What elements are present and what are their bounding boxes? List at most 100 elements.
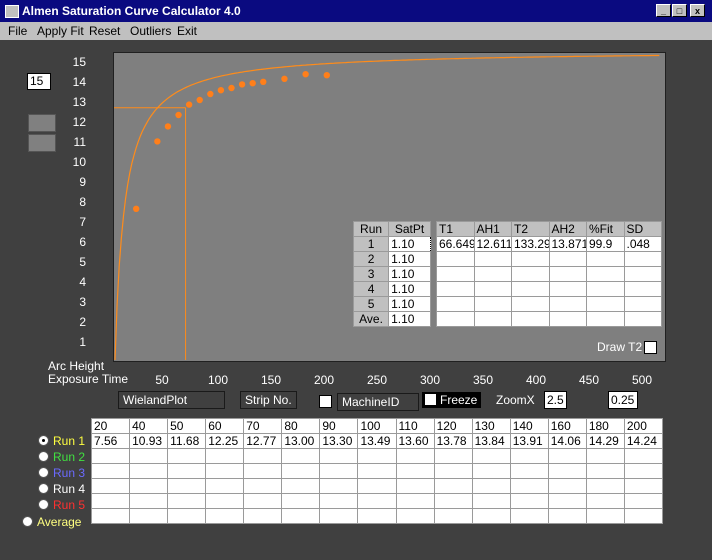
satpt-cell[interactable]: 1.10	[388, 251, 431, 267]
empty-value-cell[interactable]	[90, 478, 131, 494]
empty-value-cell[interactable]	[547, 478, 587, 494]
empty-value-cell[interactable]	[205, 493, 245, 509]
empty-value-cell[interactable]	[547, 493, 587, 509]
average-radio[interactable]: Average	[22, 514, 81, 529]
empty-value-cell[interactable]	[205, 478, 245, 494]
radio-indicator[interactable]	[38, 451, 49, 463]
run-2-radio[interactable]: Run 2	[38, 449, 85, 464]
app-icon[interactable]	[5, 5, 19, 18]
empty-value-cell[interactable]	[243, 448, 283, 464]
empty-value-cell[interactable]	[623, 478, 664, 494]
freeze-control[interactable]: Freeze	[422, 392, 481, 408]
empty-value-cell[interactable]	[357, 508, 397, 524]
run-value-cell[interactable]: 13.78	[433, 433, 473, 449]
time-cell[interactable]: 50	[167, 418, 207, 434]
empty-value-cell[interactable]	[243, 478, 283, 494]
empty-value-cell[interactable]	[281, 508, 321, 524]
empty-value-cell[interactable]	[129, 493, 169, 509]
satpt-cell[interactable]: 1.10	[388, 266, 431, 282]
run-value-cell[interactable]: 13.91	[509, 433, 549, 449]
satpt-cell[interactable]: 1.10	[388, 236, 431, 252]
empty-value-cell[interactable]	[243, 493, 283, 509]
color-swatch-2[interactable]	[28, 134, 56, 152]
run-5-radio[interactable]: Run 5	[38, 497, 85, 512]
menu-file[interactable]: File	[8, 24, 27, 38]
empty-value-cell[interactable]	[281, 448, 321, 464]
time-cell[interactable]: 80	[281, 418, 321, 434]
run-value-cell[interactable]: 13.60	[395, 433, 435, 449]
empty-value-cell[interactable]	[395, 448, 435, 464]
time-cell[interactable]: 90	[319, 418, 359, 434]
menu-apply-fit[interactable]: Apply Fit	[37, 24, 84, 38]
empty-value-cell[interactable]	[509, 448, 549, 464]
empty-value-cell[interactable]	[129, 478, 169, 494]
empty-value-cell[interactable]	[623, 493, 664, 509]
empty-value-cell[interactable]	[167, 493, 207, 509]
run-value-cell[interactable]: 13.00	[281, 433, 321, 449]
empty-value-cell[interactable]	[509, 508, 549, 524]
empty-value-cell[interactable]	[167, 478, 207, 494]
empty-value-cell[interactable]	[471, 463, 511, 479]
empty-value-cell[interactable]	[395, 478, 435, 494]
empty-value-cell[interactable]	[129, 448, 169, 464]
run-1-radio[interactable]: Run 1	[38, 433, 85, 448]
run-value-cell[interactable]: 7.56	[90, 433, 131, 449]
empty-value-cell[interactable]	[471, 493, 511, 509]
empty-value-cell[interactable]	[205, 508, 245, 524]
empty-value-cell[interactable]	[129, 463, 169, 479]
empty-value-cell[interactable]	[357, 478, 397, 494]
radio-indicator[interactable]	[38, 483, 49, 495]
color-swatch-1[interactable]	[28, 114, 56, 132]
empty-value-cell[interactable]	[90, 493, 131, 509]
menu-exit[interactable]: Exit	[177, 24, 197, 38]
zoomx-input[interactable]: 2.5	[544, 391, 567, 409]
empty-value-cell[interactable]	[509, 478, 549, 494]
minimize-button[interactable]: _	[656, 4, 671, 17]
strip-no-field[interactable]: Strip No.	[240, 391, 297, 409]
empty-value-cell[interactable]	[509, 463, 549, 479]
maximize-button[interactable]: □	[672, 4, 687, 17]
radio-indicator[interactable]	[22, 516, 33, 528]
radio-indicator[interactable]	[38, 467, 49, 479]
machine-id-field[interactable]: MachineID	[337, 393, 419, 411]
run-value-cell[interactable]: 14.06	[547, 433, 587, 449]
time-cell[interactable]: 200	[623, 418, 664, 434]
empty-value-cell[interactable]	[433, 493, 473, 509]
empty-value-cell[interactable]	[90, 463, 131, 479]
time-cell[interactable]: 180	[585, 418, 625, 434]
saturation-max-input[interactable]: 15	[27, 73, 51, 90]
time-cell[interactable]: 120	[433, 418, 473, 434]
empty-value-cell[interactable]	[167, 463, 207, 479]
empty-value-cell[interactable]	[395, 493, 435, 509]
zoom-step-input[interactable]: 0.25	[608, 391, 638, 409]
empty-value-cell[interactable]	[471, 508, 511, 524]
empty-value-cell[interactable]	[585, 463, 625, 479]
run-value-cell[interactable]: 14.29	[585, 433, 625, 449]
empty-value-cell[interactable]	[357, 463, 397, 479]
satpt-cell[interactable]: 1.10	[388, 296, 431, 312]
run-value-cell[interactable]: 13.30	[319, 433, 359, 449]
empty-value-cell[interactable]	[547, 448, 587, 464]
run-4-radio[interactable]: Run 4	[38, 481, 85, 496]
run-value-cell[interactable]: 12.25	[205, 433, 245, 449]
empty-value-cell[interactable]	[243, 463, 283, 479]
empty-value-cell[interactable]	[585, 448, 625, 464]
empty-value-cell[interactable]	[281, 463, 321, 479]
time-cell[interactable]: 60	[205, 418, 245, 434]
empty-value-cell[interactable]	[509, 493, 549, 509]
empty-value-cell[interactable]	[319, 448, 359, 464]
freeze-checkbox[interactable]	[424, 393, 437, 406]
menu-reset[interactable]: Reset	[89, 24, 120, 38]
empty-value-cell[interactable]	[623, 508, 664, 524]
time-cell[interactable]: 110	[395, 418, 435, 434]
time-cell[interactable]: 140	[509, 418, 549, 434]
empty-value-cell[interactable]	[585, 508, 625, 524]
empty-value-cell[interactable]	[167, 448, 207, 464]
empty-value-cell[interactable]	[623, 448, 664, 464]
empty-value-cell[interactable]	[547, 463, 587, 479]
satpt-cell[interactable]: 1.10	[388, 281, 431, 297]
empty-value-cell[interactable]	[547, 508, 587, 524]
run-3-radio[interactable]: Run 3	[38, 465, 85, 480]
radio-indicator[interactable]	[38, 499, 49, 511]
empty-value-cell[interactable]	[319, 493, 359, 509]
